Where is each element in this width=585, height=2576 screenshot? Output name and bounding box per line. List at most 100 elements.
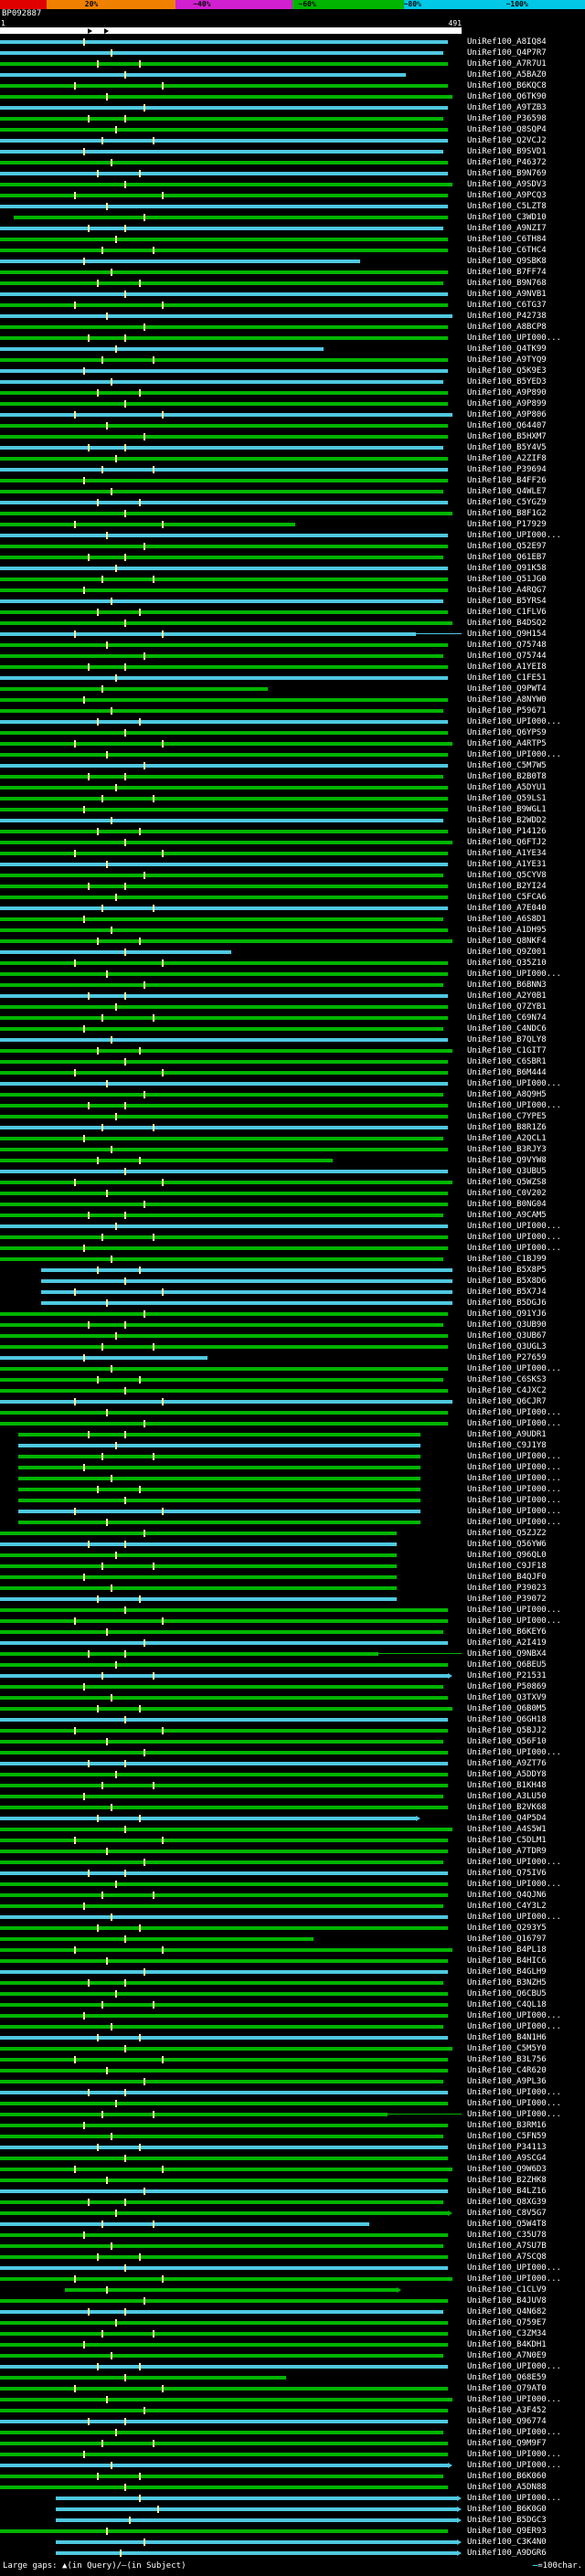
hit-bar[interactable] [0, 1926, 448, 1930]
hit-bar[interactable] [0, 1038, 448, 1042]
hit-label[interactable]: UniRef100_C1FLV6 [467, 608, 547, 617]
hit-bar[interactable] [0, 742, 452, 746]
hit-bar[interactable] [18, 1444, 420, 1447]
hit-label[interactable]: UniRef100_B6K0G0 [467, 2505, 547, 2514]
hit-label[interactable]: UniRef100_Q9Z001 [467, 948, 547, 957]
hit-bar[interactable] [0, 983, 443, 987]
hit-bar[interactable] [18, 1466, 420, 1469]
hit-bar[interactable] [0, 1203, 448, 1206]
hit-bar[interactable] [0, 490, 443, 493]
hit-label[interactable]: UniRef100_C3K4N0 [467, 2538, 547, 2547]
hit-bar[interactable] [0, 841, 452, 844]
hit-bar[interactable] [0, 906, 448, 910]
hit-bar[interactable] [0, 194, 448, 197]
hit-label[interactable]: UniRef100_UPI000... [467, 2263, 561, 2273]
hit-label[interactable]: UniRef100_UPI000... [467, 334, 561, 343]
hit-bar[interactable] [0, 303, 448, 307]
hit-label[interactable]: UniRef100_Q5ZJZ2 [467, 1529, 547, 1538]
hit-bar[interactable] [0, 1148, 448, 1151]
hit-label[interactable]: UniRef100_A7SU7B [467, 2242, 547, 2251]
hit-bar[interactable] [0, 1784, 448, 1787]
hit-label[interactable]: UniRef100_Q5WZS8 [467, 1178, 547, 1187]
hit-bar[interactable] [0, 2409, 448, 2412]
hit-bar[interactable] [0, 1718, 448, 1722]
hit-bar[interactable] [0, 1257, 443, 1261]
hit-label[interactable]: UniRef100_B3L756 [467, 2055, 547, 2064]
hit-label[interactable]: UniRef100_A3LU50 [467, 1792, 547, 1801]
hit-label[interactable]: UniRef100_Q56F10 [467, 1737, 547, 1746]
hit-label[interactable]: UniRef100_UPI000... [467, 2274, 561, 2284]
hit-label[interactable]: UniRef100_P42738 [467, 312, 547, 321]
hit-label[interactable]: UniRef100_Q16797 [467, 1935, 547, 1944]
hit-label[interactable]: UniRef100_B9SVD1 [467, 147, 547, 156]
hit-bar[interactable] [0, 2266, 448, 2270]
hit-label[interactable]: UniRef100_Q9VYW8 [467, 1156, 547, 1165]
hit-label[interactable]: UniRef100_Q5BJJ2 [467, 1726, 547, 1735]
hit-bar[interactable] [0, 1773, 448, 1776]
hit-label[interactable]: UniRef100_C6SKS3 [467, 1375, 547, 1384]
hit-bar[interactable] [0, 2453, 448, 2456]
hit-bar[interactable] [0, 2398, 452, 2401]
hit-bar[interactable] [0, 753, 448, 757]
hit-label[interactable]: UniRef100_Q6CBU5 [467, 1989, 547, 1998]
hit-bar[interactable] [0, 183, 452, 186]
hit-label[interactable]: UniRef100_P50869 [467, 1682, 547, 1691]
hit-bar[interactable] [0, 1400, 452, 1404]
hit-bar[interactable] [0, 1159, 333, 1162]
hit-bar[interactable] [0, 128, 448, 132]
hit-label[interactable]: UniRef100_UPI000... [467, 2022, 561, 2031]
hit-bar[interactable] [56, 2540, 457, 2544]
hit-label[interactable]: UniRef100_C69N74 [467, 1013, 547, 1023]
hit-label[interactable]: UniRef100_Q293Y5 [467, 1924, 547, 1933]
hit-bar[interactable] [0, 599, 443, 603]
hit-label[interactable]: UniRef100_A9ZT76 [467, 1759, 547, 1768]
hit-bar[interactable] [0, 545, 448, 548]
hit-label[interactable]: UniRef100_C6THC4 [467, 246, 547, 255]
hit-bar[interactable] [0, 1893, 448, 1897]
hit-bar[interactable] [0, 939, 452, 943]
hit-label[interactable]: UniRef100_UPI000... [467, 2395, 561, 2404]
hit-label[interactable]: UniRef100_A9DGR6 [467, 2549, 547, 2558]
hit-bar[interactable] [18, 1477, 420, 1480]
hit-bar[interactable] [0, 1532, 397, 1535]
hit-bar[interactable] [0, 1389, 448, 1393]
hit-label[interactable]: UniRef100_B4QJF0 [467, 1573, 547, 1582]
hit-label[interactable]: UniRef100_UPI000... [467, 970, 561, 979]
hit-label[interactable]: UniRef100_B5DGJ6 [467, 1299, 547, 1308]
hit-bar[interactable] [0, 698, 448, 702]
hit-bar[interactable] [0, 665, 448, 669]
hit-label[interactable]: UniRef100_Q91K58 [467, 564, 547, 573]
hit-bar[interactable] [0, 2036, 448, 2040]
hit-bar[interactable] [14, 216, 448, 219]
hit-label[interactable]: UniRef100_B4FF26 [467, 476, 547, 485]
hit-bar[interactable] [0, 1992, 448, 1996]
hit-label[interactable]: UniRef100_A3F452 [467, 2406, 547, 2415]
hit-bar[interactable] [65, 2288, 398, 2292]
hit-label[interactable]: UniRef100_UPI000... [467, 2362, 561, 2371]
hit-label[interactable]: UniRef100_Q9M9F7 [467, 2439, 547, 2448]
hit-label[interactable]: UniRef100_P21531 [467, 1671, 547, 1680]
hit-label[interactable]: UniRef100_P27659 [467, 1353, 547, 1362]
hit-label[interactable]: UniRef100_UPI000... [467, 1079, 561, 1088]
hit-label[interactable]: UniRef100_C4JXC2 [467, 1386, 547, 1395]
hit-bar[interactable] [0, 1235, 448, 1239]
hit-bar[interactable] [0, 1882, 448, 1886]
hit-label[interactable]: UniRef100_Q64407 [467, 421, 547, 430]
hit-label[interactable]: UniRef100_C8V5G7 [467, 2209, 547, 2218]
hit-bar[interactable] [0, 1049, 452, 1053]
hit-bar[interactable] [0, 1005, 448, 1009]
hit-label[interactable]: UniRef100_C1BJ99 [467, 1255, 547, 1264]
hit-label[interactable]: UniRef100_P59671 [467, 706, 547, 716]
hit-label[interactable]: UniRef100_B5X7J4 [467, 1288, 547, 1297]
hit-bar[interactable] [0, 402, 448, 406]
hit-bar[interactable] [0, 764, 448, 768]
hit-label[interactable]: UniRef100_A8BCP8 [467, 323, 547, 332]
hit-bar[interactable] [0, 1027, 443, 1031]
hit-label[interactable]: UniRef100_A9CAM5 [467, 1211, 547, 1220]
hit-label[interactable]: UniRef100_A4RTP5 [467, 739, 547, 748]
hit-bar[interactable] [0, 1740, 443, 1744]
hit-label[interactable]: UniRef100_UPI000... [467, 2494, 561, 2503]
hit-bar[interactable] [0, 161, 448, 164]
hit-label[interactable]: UniRef100_UPI000... [467, 1233, 561, 1242]
hit-bar[interactable] [0, 852, 448, 855]
